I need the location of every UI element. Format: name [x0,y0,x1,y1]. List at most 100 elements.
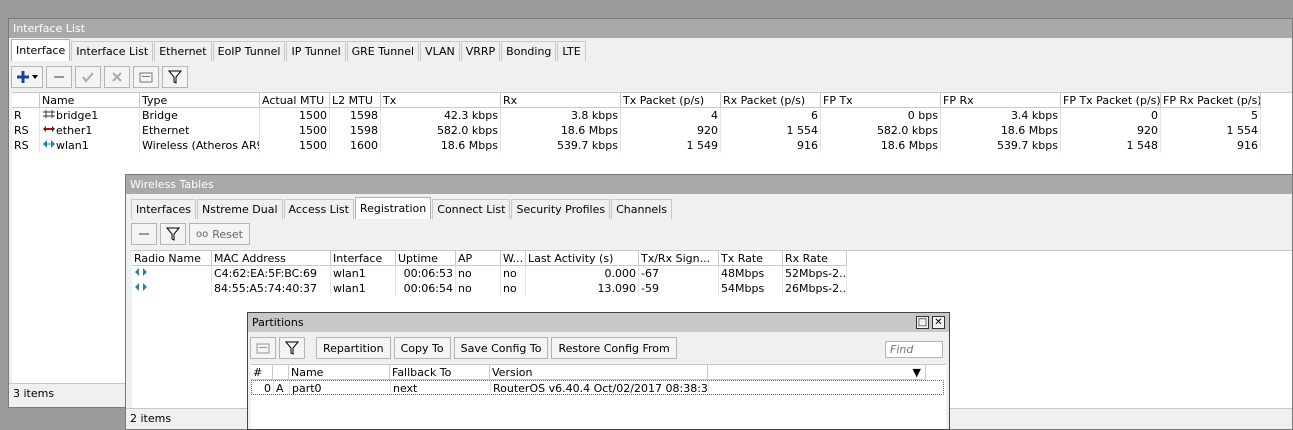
tab-registration[interactable]: Registration [354,197,432,219]
filter-button[interactable] [160,223,186,245]
row-fp-tx-packet: 1 548 [1061,138,1161,153]
column-header-signal[interactable]: Tx/Rx Sign... [639,251,719,266]
table-row[interactable]: RS ether1 Ethernet 1500 1598 582.0 kbps … [12,123,1261,138]
column-header-flags[interactable] [273,365,289,380]
close-icon: ✕ [934,317,943,328]
close-button[interactable]: ✕ [932,316,945,329]
column-header-number[interactable]: # [251,365,273,380]
tab-connect-list[interactable]: Connect List [432,199,511,219]
column-header-last-activity[interactable]: Last Activity (s) [526,251,639,266]
comment-icon [256,343,270,354]
column-header-version[interactable]: Version [490,365,708,380]
column-header-fp-tx[interactable]: FP Tx [821,93,941,108]
column-chooser[interactable]: ▼ [708,365,926,380]
tab-bar: Interface Interface List Ethernet EoIP T… [11,39,587,61]
enable-button[interactable] [75,66,101,88]
tab-eoip-tunnel[interactable]: EoIP Tunnel [212,41,286,61]
filter-button[interactable] [162,66,188,88]
column-header-name[interactable]: Name [289,365,390,380]
tab-vrrp[interactable]: VRRP [460,41,501,61]
tab-ip-tunnel[interactable]: IP Tunnel [286,41,346,61]
table-row[interactable]: C4:62:EA:5F:BC:69 wlan1 00:06:53 no no 0… [132,266,847,281]
column-header-mac-address[interactable]: MAC Address [212,251,331,266]
row-interface: wlan1 [331,266,396,281]
row-last-activity: 0.000 [526,266,639,281]
column-header-wds[interactable]: W... [501,251,526,266]
add-button[interactable] [11,66,43,88]
row-flags: RS [12,123,40,138]
check-icon [82,72,94,83]
column-header-actual-mtu[interactable]: Actual MTU [260,93,330,108]
table-row[interactable]: RS wlan1 Wireless (Atheros AR9... 1500 1… [12,138,1261,153]
row-number: 0 [252,381,274,394]
remove-button[interactable] [46,66,72,88]
row-last-activity: 13.090 [526,281,639,296]
row-fp-rx-packet: 1 554 [1161,123,1261,138]
row-fp-rx: 18.6 Mbps [941,123,1061,138]
disable-button[interactable] [104,66,130,88]
row-actual-mtu: 1500 [260,138,330,153]
tab-nstreme-dual[interactable]: Nstreme Dual [196,199,283,219]
column-header-fallback-to[interactable]: Fallback To [390,365,490,380]
filter-button[interactable] [279,337,305,359]
row-flags: R [12,108,40,123]
column-header-rx[interactable]: Rx [501,93,621,108]
window-title-text: Partitions [252,316,304,329]
column-header-interface[interactable]: Interface [331,251,396,266]
row-fp-tx-packet: 0 [1061,108,1161,123]
column-header-fp-rx-packet[interactable]: FP Rx Packet (p/s) [1161,93,1261,108]
column-header-rx-rate[interactable]: Rx Rate [783,251,847,266]
filter-icon [285,341,299,355]
save-config-button[interactable]: Save Config To [453,337,549,359]
partitions-window: Partitions □ ✕ Repartition Copy To Save … [247,312,950,430]
column-header-type[interactable]: Type [140,93,260,108]
row-uptime: 00:06:53 [396,266,456,281]
column-header-tx-packet[interactable]: Tx Packet (p/s) [621,93,721,108]
tab-vlan[interactable]: VLAN [420,41,460,61]
column-header-radio-name[interactable]: Radio Name [132,251,212,266]
bridge-icon [43,110,55,118]
table-row[interactable]: R bridge1 Bridge 1500 1598 42.3 kbps 3.8… [12,108,1261,123]
wireless-client-icon [135,268,147,276]
tab-bonding[interactable]: Bonding [501,41,557,61]
tab-lte[interactable]: LTE [557,41,586,61]
toolbar: oo Reset [131,221,250,247]
tab-interface[interactable]: Interface [11,39,71,61]
tab-interfaces[interactable]: Interfaces [131,199,196,219]
column-header-fp-tx-packet[interactable]: FP Tx Packet (p/s) [1061,93,1161,108]
repartition-button[interactable]: Repartition [316,337,391,359]
column-header-flags[interactable] [12,93,40,108]
restore-config-button[interactable]: Restore Config From [551,337,677,359]
tab-ethernet[interactable]: Ethernet [154,41,212,61]
find-input[interactable] [885,341,943,358]
row-fp-tx: 0 bps [821,108,941,123]
table-row[interactable]: 84:55:A5:74:40:37 wlan1 00:06:54 no no 1… [132,281,847,296]
column-header-uptime[interactable]: Uptime [396,251,456,266]
comment-button[interactable] [250,337,276,359]
tab-interface-list[interactable]: Interface List [71,41,154,61]
tab-gre-tunnel[interactable]: GRE Tunnel [346,41,420,61]
tab-channels[interactable]: Channels [611,199,672,219]
row-name-text: wlan1 [56,139,89,152]
comment-button[interactable] [133,66,159,88]
row-wds: no [501,281,526,296]
maximize-button[interactable]: □ [916,316,929,329]
remove-button[interactable] [131,223,157,245]
column-header-tx-rate[interactable]: Tx Rate [719,251,783,266]
tab-security-profiles[interactable]: Security Profiles [511,199,611,219]
column-header-rx-packet[interactable]: Rx Packet (p/s) [721,93,821,108]
column-header-fp-rx[interactable]: FP Rx [941,93,1061,108]
plus-icon [17,71,38,83]
column-header-tx[interactable]: Tx [381,93,501,108]
column-header-ap[interactable]: AP [456,251,501,266]
maximize-icon: □ [917,317,928,328]
table-row[interactable]: 0 A part0 next RouterOS v6.40.4 Oct/02/2… [251,380,944,395]
column-header-l2-mtu[interactable]: L2 MTU [330,93,381,108]
copy-to-button[interactable]: Copy To [393,337,451,359]
column-header-name[interactable]: Name [40,93,140,108]
reset-button[interactable]: oo Reset [189,223,250,245]
row-tx-rate: 48Mbps [719,266,783,281]
tab-access-list[interactable]: Access List [283,199,354,219]
filter-icon [166,227,180,241]
row-name: bridge1 [40,108,140,123]
